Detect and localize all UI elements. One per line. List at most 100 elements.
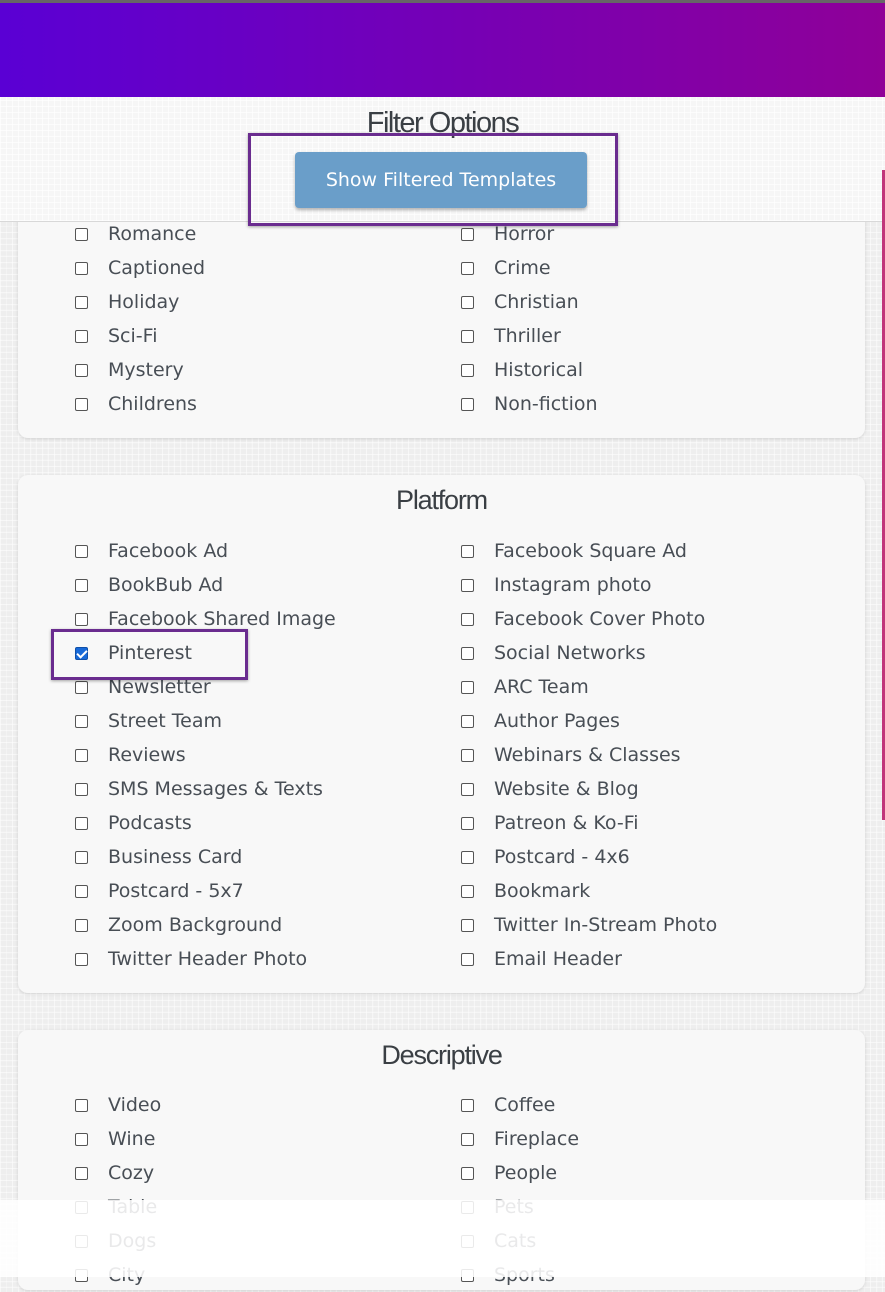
descriptive-checkbox[interactable] — [75, 1098, 88, 1112]
genre-option[interactable]: Non-fiction — [461, 387, 598, 421]
platform-option[interactable]: Webinars & Classes — [461, 738, 681, 772]
platform-title: Platform — [396, 485, 488, 515]
platform-option-label: Street Team — [108, 710, 222, 732]
genre-option-label: Captioned — [108, 257, 206, 279]
genre-option[interactable]: Crime — [461, 251, 551, 285]
platform-option[interactable]: Instagram photo — [461, 568, 652, 602]
platform-option[interactable]: Facebook Square Ad — [461, 534, 687, 568]
platform-option[interactable]: Social Networks — [461, 636, 646, 670]
platform-option[interactable]: Author Pages — [461, 704, 620, 738]
genre-option[interactable]: Sci-Fi — [75, 319, 157, 353]
genre-checkbox[interactable] — [75, 397, 88, 411]
genre-option[interactable]: Romance — [75, 217, 196, 251]
platform-option[interactable]: Podcasts — [75, 806, 192, 840]
platform-checkbox[interactable] — [75, 952, 88, 966]
descriptive-option[interactable]: Fireplace — [461, 1122, 579, 1156]
platform-option[interactable]: Postcard - 4x6 — [461, 840, 630, 874]
platform-option[interactable]: Patreon & Ko-Fi — [461, 806, 639, 840]
platform-option[interactable]: Zoom Background — [75, 908, 282, 942]
genre-option[interactable]: Mystery — [75, 353, 184, 387]
genre-option[interactable]: Historical — [461, 353, 583, 387]
platform-option-label: Email Header — [494, 948, 622, 970]
genre-option-label: Thriller — [494, 325, 561, 347]
platform-option[interactable]: BookBub Ad — [75, 568, 223, 602]
platform-option[interactable]: Business Card — [75, 840, 242, 874]
platform-checkbox[interactable] — [461, 816, 474, 830]
genre-option[interactable]: Captioned — [75, 251, 205, 285]
genre-checkbox[interactable] — [75, 329, 88, 343]
platform-checkbox[interactable] — [461, 918, 474, 932]
descriptive-option[interactable]: Wine — [75, 1122, 155, 1156]
platform-option[interactable]: Twitter Header Photo — [75, 942, 307, 976]
descriptive-checkbox[interactable] — [461, 1132, 474, 1146]
genre-checkbox[interactable] — [461, 261, 474, 275]
genre-option[interactable]: Childrens — [75, 387, 197, 421]
platform-option[interactable]: Email Header — [461, 942, 622, 976]
descriptive-option[interactable]: Video — [75, 1088, 161, 1122]
platform-checkbox[interactable] — [461, 850, 474, 864]
genre-option[interactable]: Christian — [461, 285, 579, 319]
platform-checkbox[interactable] — [75, 578, 88, 592]
platform-option-label: SMS Messages & Texts — [108, 778, 323, 800]
genre-checkbox[interactable] — [461, 397, 474, 411]
descriptive-checkbox[interactable] — [75, 1166, 88, 1180]
platform-checkbox[interactable] — [75, 714, 88, 728]
platform-checkbox[interactable] — [461, 680, 474, 694]
platform-checkbox[interactable] — [75, 816, 88, 830]
platform-checkbox[interactable] — [461, 612, 474, 626]
genre-option-label: Sci-Fi — [108, 325, 158, 347]
show-filtered-templates-button[interactable]: Show Filtered Templates — [295, 152, 587, 208]
genre-checkbox[interactable] — [461, 295, 474, 309]
descriptive-option[interactable]: People — [461, 1156, 557, 1190]
bottom-fade-overlay — [0, 1200, 885, 1277]
platform-option-label: Social Networks — [494, 642, 646, 664]
descriptive-checkbox[interactable] — [461, 1166, 474, 1180]
platform-option[interactable]: Street Team — [75, 704, 222, 738]
descriptive-option-label: Fireplace — [494, 1128, 580, 1150]
platform-card: Platform Facebook Ad BookBub Ad Facebook S… — [18, 475, 865, 993]
genre-checkbox[interactable] — [75, 295, 88, 309]
platform-checkbox[interactable] — [461, 714, 474, 728]
platform-option[interactable]: Facebook Cover Photo — [461, 602, 705, 636]
platform-checkbox[interactable] — [75, 544, 88, 558]
genre-option[interactable]: Thriller — [461, 319, 561, 353]
platform-checkbox[interactable] — [461, 884, 474, 898]
platform-checkbox[interactable] — [75, 612, 88, 626]
descriptive-checkbox[interactable] — [461, 1098, 474, 1112]
platform-checkbox[interactable] — [75, 884, 88, 898]
genre-option[interactable]: Holiday — [75, 285, 179, 319]
platform-option-label: Twitter In-Stream Photo — [494, 914, 718, 936]
genre-checkbox[interactable] — [75, 261, 88, 275]
platform-option[interactable]: SMS Messages & Texts — [75, 772, 323, 806]
platform-checkbox[interactable] — [461, 952, 474, 966]
platform-checkbox[interactable] — [461, 646, 474, 660]
genre-checkbox[interactable] — [461, 227, 474, 241]
descriptive-checkbox[interactable] — [75, 1132, 88, 1146]
genre-option-label: Horror — [494, 223, 555, 245]
descriptive-option[interactable]: Coffee — [461, 1088, 555, 1122]
platform-checkbox[interactable] — [75, 918, 88, 932]
platform-checkbox[interactable] — [461, 544, 474, 558]
platform-option[interactable]: Bookmark — [461, 874, 590, 908]
platform-option[interactable]: ARC Team — [461, 670, 589, 704]
platform-checkbox[interactable] — [75, 782, 88, 796]
platform-checkbox[interactable] — [75, 680, 88, 694]
genre-checkbox[interactable] — [461, 329, 474, 343]
platform-checkbox[interactable] — [461, 578, 474, 592]
genre-checkbox[interactable] — [75, 363, 88, 377]
descriptive-option[interactable]: Cozy — [75, 1156, 154, 1190]
platform-option[interactable]: Twitter In-Stream Photo — [461, 908, 717, 942]
platform-option-label: Postcard - 5x7 — [108, 880, 244, 902]
top-banner — [0, 0, 885, 97]
genre-checkbox[interactable] — [75, 227, 88, 241]
platform-checkbox[interactable] — [75, 748, 88, 762]
genre-checkbox[interactable] — [461, 363, 474, 377]
platform-option[interactable]: Postcard - 5x7 — [75, 874, 244, 908]
platform-option[interactable]: Reviews — [75, 738, 186, 772]
platform-option[interactable]: Website & Blog — [461, 772, 639, 806]
platform-checkbox[interactable] — [461, 748, 474, 762]
platform-checkbox[interactable] — [75, 850, 88, 864]
platform-option[interactable]: Facebook Ad — [75, 534, 228, 568]
platform-option-label: ARC Team — [494, 676, 589, 698]
platform-checkbox[interactable] — [461, 782, 474, 796]
